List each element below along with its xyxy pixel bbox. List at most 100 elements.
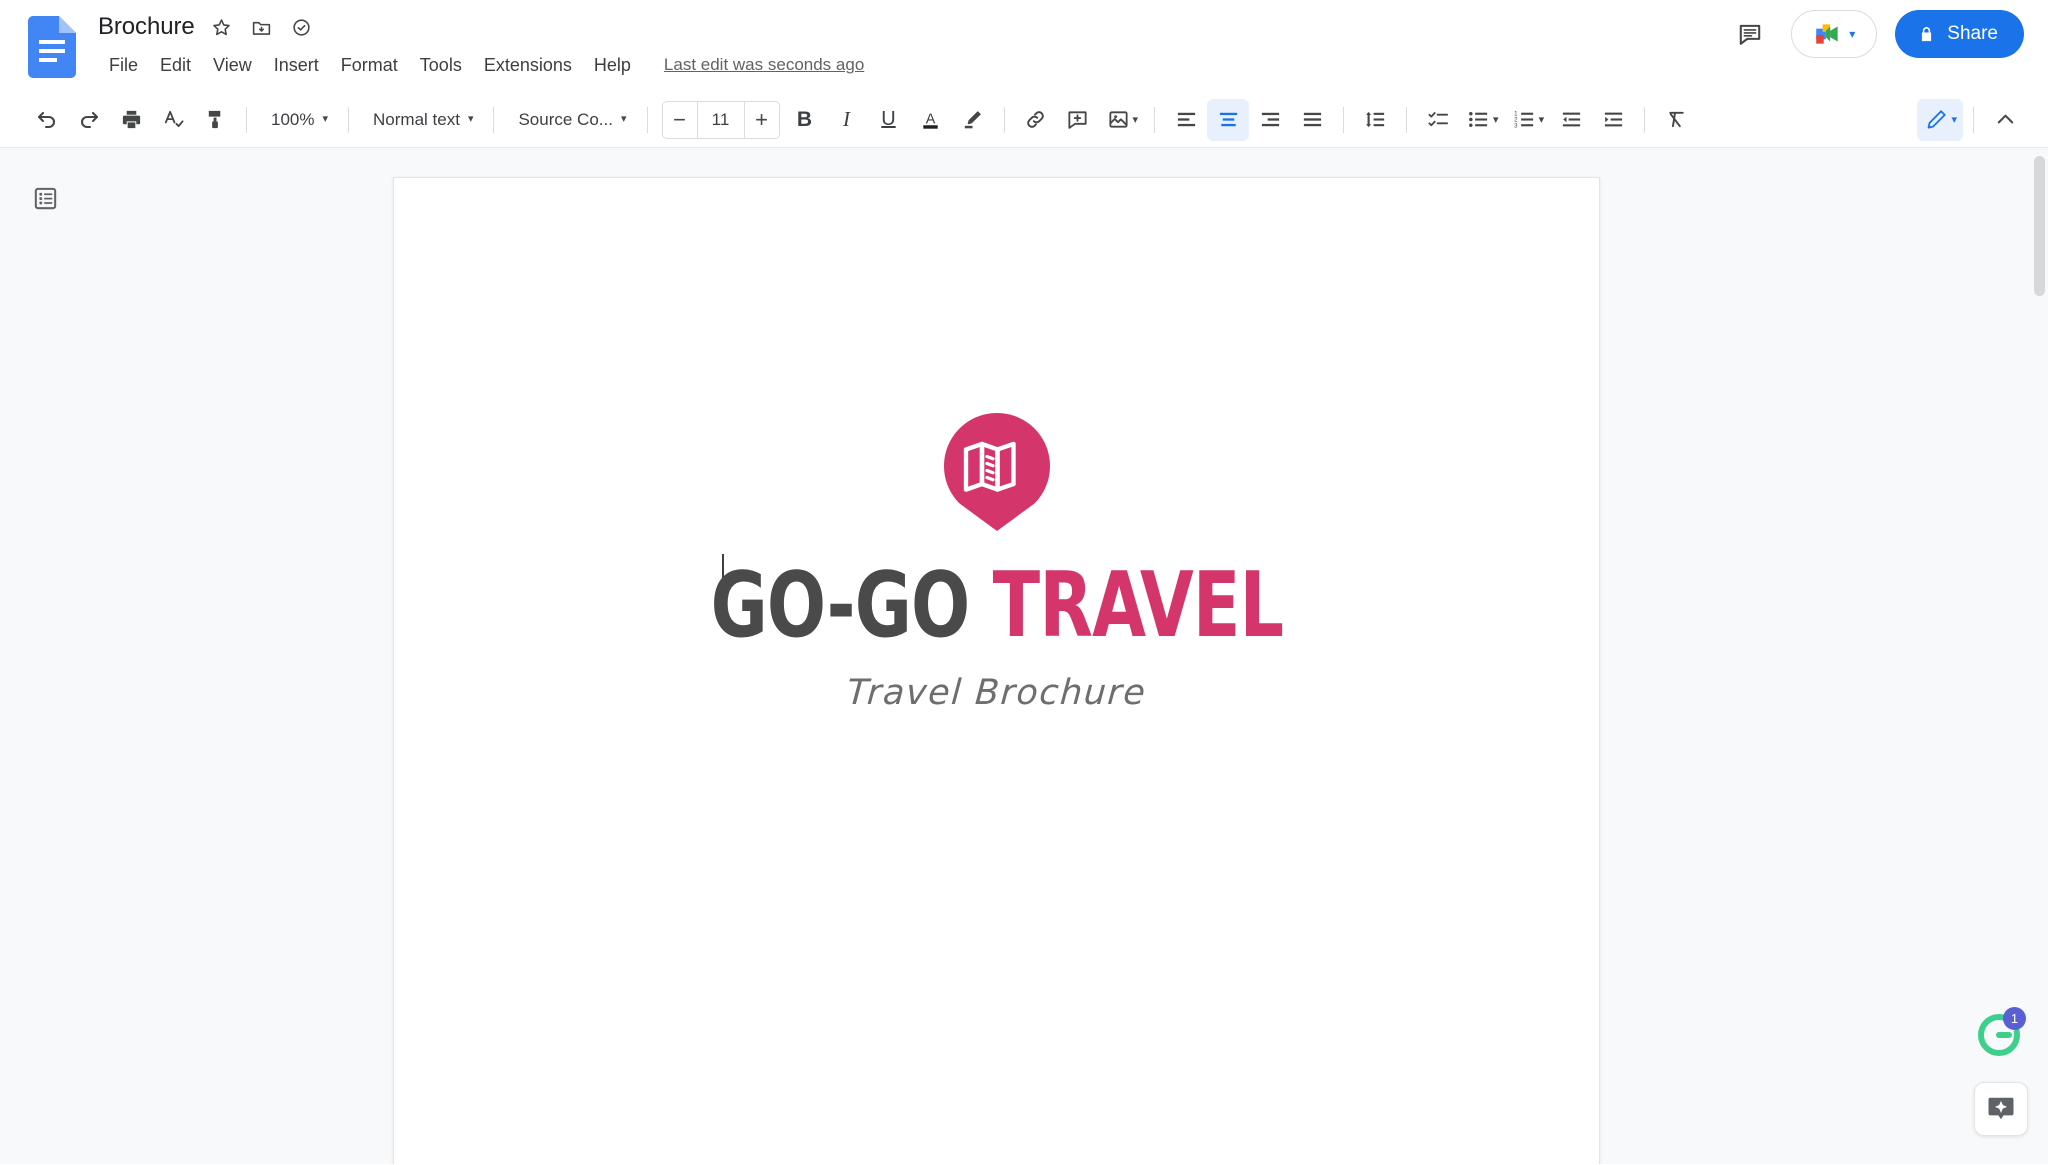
menu-item-file[interactable]: File — [98, 51, 149, 80]
svg-text:3: 3 — [1514, 122, 1518, 129]
vertical-scrollbar[interactable] — [2032, 148, 2046, 1164]
menu-item-extensions[interactable]: Extensions — [473, 51, 583, 80]
brochure-subtitle: Travel Brochure — [845, 673, 1148, 713]
chevron-down-icon: ▾ — [1538, 114, 1545, 126]
bulleted-list-icon — [1467, 108, 1490, 131]
document-page[interactable]: GO-GO TRAVEL Travel Brochure — [393, 177, 1600, 1164]
share-button-label: Share — [1947, 23, 1998, 44]
google-meet-button[interactable]: ▾ — [1791, 10, 1878, 58]
toolbar-divider — [646, 106, 648, 133]
title-row: Brochure — [98, 8, 864, 46]
toolbar-divider — [1154, 106, 1156, 133]
move-to-folder-icon[interactable] — [249, 14, 275, 40]
insert-link-icon[interactable] — [1015, 99, 1057, 141]
top-bar: Brochure File Edit View Insert Format To… — [0, 0, 2048, 92]
chevron-down-icon: ▾ — [620, 113, 627, 125]
menu-bar: File Edit View Insert Format Tools Exten… — [98, 50, 864, 80]
menu-item-edit[interactable]: Edit — [149, 51, 202, 80]
align-left-icon[interactable] — [1165, 99, 1207, 141]
align-justify-icon[interactable] — [1291, 99, 1333, 141]
clear-formatting-icon[interactable] — [1655, 99, 1697, 141]
insert-image-button[interactable]: ▾ — [1099, 99, 1145, 141]
toolbar-divider — [493, 106, 495, 133]
chevron-down-icon: ▾ — [1951, 114, 1957, 126]
document-outline-icon[interactable] — [22, 175, 68, 221]
meet-dropdown-caret[interactable]: ▾ — [1849, 27, 1855, 41]
google-meet-icon — [1816, 24, 1838, 44]
grammarly-badge-count: 1 — [2003, 1007, 2026, 1030]
pencil-editing-icon — [1925, 108, 1948, 131]
svg-text:A: A — [926, 111, 936, 127]
bulleted-list-button[interactable]: ▾ — [1459, 99, 1505, 141]
zoom-level-dropdown[interactable]: 100% ▾ — [257, 99, 338, 141]
collapse-toolbar-chevron-icon[interactable] — [1984, 99, 2026, 141]
chevron-down-icon: ▾ — [467, 113, 474, 125]
numbered-list-button[interactable]: 1 2 3 ▾ — [1505, 99, 1551, 141]
grammarly-icon[interactable]: 1 — [1977, 1007, 2026, 1057]
star-icon[interactable] — [209, 14, 235, 40]
comment-history-icon[interactable] — [1727, 11, 1773, 57]
toolbar-divider — [1973, 106, 1974, 133]
paragraph-style-value: Normal text — [373, 109, 460, 129]
chevron-down-icon: ▾ — [1132, 114, 1139, 126]
zoom-level-value: 100% — [271, 109, 315, 129]
menu-item-insert[interactable]: Insert — [263, 51, 330, 80]
underline-button[interactable]: U — [868, 99, 910, 141]
brochure-title: GO-GO TRAVEL — [710, 561, 1283, 651]
undo-icon[interactable] — [26, 99, 68, 141]
google-docs-logo-icon[interactable] — [28, 16, 76, 78]
italic-button[interactable]: I — [826, 99, 868, 141]
align-right-icon[interactable] — [1249, 99, 1291, 141]
spellcheck-icon[interactable] — [152, 99, 194, 141]
toolbar-divider — [1003, 106, 1005, 133]
brochure-title-part-1: GO-GO — [710, 553, 970, 658]
text-color-button[interactable]: A — [910, 99, 952, 141]
chevron-down-icon: ▾ — [322, 113, 329, 125]
decrease-indent-icon[interactable] — [1550, 99, 1592, 141]
toolbar-divider — [348, 106, 350, 133]
menu-item-format[interactable]: Format — [330, 51, 409, 80]
highlight-pen-icon[interactable] — [952, 99, 994, 141]
paint-format-icon[interactable] — [194, 99, 236, 141]
lock-icon — [1917, 25, 1936, 44]
toolbar-divider — [246, 106, 247, 133]
decrease-font-size-button[interactable]: − — [662, 101, 697, 138]
document-work-area: GO-GO TRAVEL Travel Brochure 1 — [0, 148, 2048, 1164]
redo-icon[interactable] — [68, 99, 110, 141]
paragraph-style-dropdown[interactable]: Normal text ▾ — [359, 99, 483, 141]
toolbar-divider — [1644, 106, 1646, 133]
menu-item-tools[interactable]: Tools — [409, 51, 473, 80]
numbered-list-icon: 1 2 3 — [1513, 108, 1536, 131]
menu-item-view[interactable]: View — [202, 51, 263, 80]
formatting-toolbar: 100% ▾ Normal text ▾ Source Co... ▾ − 11… — [0, 92, 2048, 148]
increase-font-size-button[interactable]: + — [744, 101, 779, 138]
menu-item-help[interactable]: Help — [583, 51, 642, 80]
brochure-title-part-2: TRAVEL — [992, 553, 1283, 658]
font-size-input[interactable]: 11 — [696, 101, 745, 138]
document-title[interactable]: Brochure — [98, 13, 195, 41]
document-content: GO-GO TRAVEL Travel Brochure — [394, 178, 1599, 1164]
line-spacing-icon[interactable] — [1354, 99, 1396, 141]
ai-assist-sparkle-icon[interactable] — [1974, 1082, 2028, 1136]
top-bar-actions: ▾ Share — [1727, 10, 2024, 58]
scrollbar-thumb[interactable] — [2034, 156, 2045, 296]
align-center-icon[interactable] — [1207, 98, 1250, 141]
font-size-stepper: − 11 + — [661, 100, 780, 139]
map-pin-brochure-logo-icon — [943, 413, 1050, 531]
insert-image-icon — [1107, 108, 1130, 131]
share-button[interactable]: Share — [1895, 10, 2024, 58]
toolbar-divider — [1406, 106, 1408, 133]
editing-mode-button[interactable]: ▾ — [1917, 98, 1963, 141]
last-edit-status[interactable]: Last edit was seconds ago — [664, 55, 864, 75]
saved-to-drive-cloud-icon[interactable] — [289, 14, 315, 40]
font-family-dropdown[interactable]: Source Co... ▾ — [504, 99, 636, 141]
bold-button[interactable]: B — [784, 99, 826, 141]
checklist-icon[interactable] — [1417, 99, 1459, 141]
add-comment-icon[interactable] — [1057, 99, 1099, 141]
toolbar-divider — [1343, 106, 1345, 133]
title-and-menu-zone: Brochure File Edit View Insert Format To… — [98, 8, 864, 80]
font-family-value: Source Co... — [518, 109, 613, 129]
chevron-down-icon: ▾ — [1493, 114, 1499, 126]
increase-indent-icon[interactable] — [1592, 99, 1634, 141]
print-icon[interactable] — [110, 99, 152, 141]
